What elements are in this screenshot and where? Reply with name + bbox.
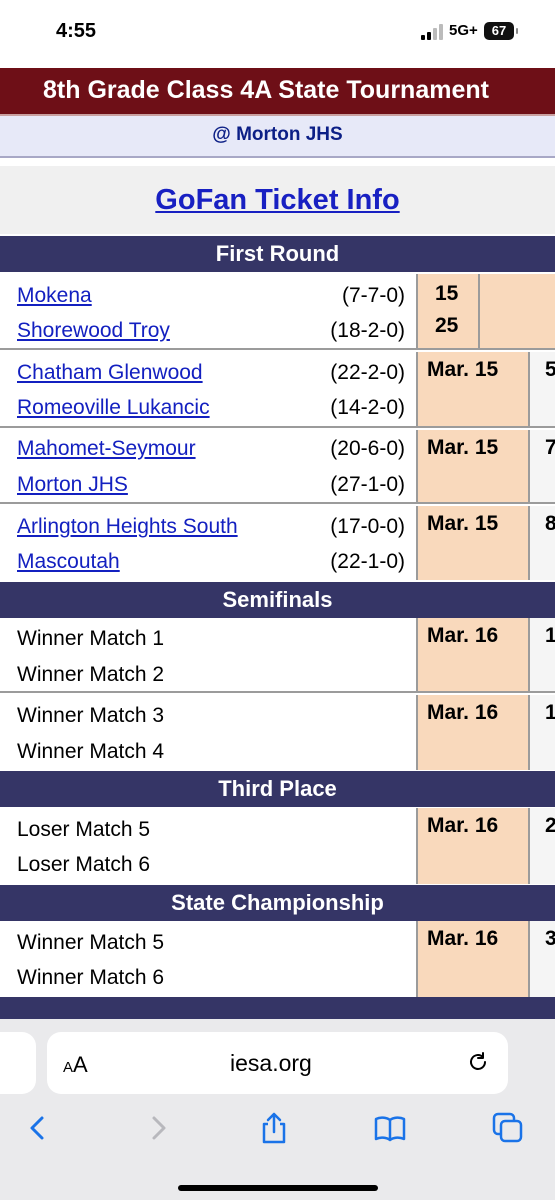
team-name: Loser Match 6 [17,853,151,876]
match-date: Mar. 16 [427,927,499,950]
team-name: Loser Match 5 [17,818,151,841]
tournament-header: 8th Grade Class 4A State Tournament [0,68,555,116]
match-date-cell: Mar. 16 [418,695,530,770]
back-icon[interactable] [20,1110,56,1146]
divider [0,691,555,693]
match-row: Loser Match 5 Loser Match 6 Mar. 16 2 [0,808,555,884]
team-link[interactable]: Mokena [17,284,92,308]
team-name: Winner Match 1 [17,627,165,650]
ticket-bar: GoFan Ticket Info [0,166,555,234]
team-link[interactable]: Romeoville Lukancic [17,396,210,420]
divider [0,348,555,350]
team-record: (27-1-0) [330,473,405,496]
match-scores: 15 25 [418,274,480,350]
page-title: 8th Grade Class 4A State Tournament [43,76,489,104]
match-time: 8 [545,512,555,535]
team-name: Winner Match 5 [17,931,165,954]
match-date: Mar. 15 [427,512,499,535]
match-time: 3 [545,927,555,950]
team-record: (18-2-0) [330,319,405,342]
bookmarks-icon[interactable] [372,1110,408,1146]
match-row: Mahomet-Seymour (20-6-0) Morton JHS (27-… [0,430,555,504]
match-time: 7 [545,436,555,459]
match-date: Mar. 16 [427,701,499,724]
forward-icon[interactable] [140,1110,176,1146]
score: 15 [435,282,459,305]
team-link[interactable]: Mascoutah [17,550,120,574]
match-date-cell: Mar. 16 [418,921,530,997]
match-time: 5 [545,358,555,381]
match-date-cell: Mar. 16 [418,808,530,884]
divider [0,502,555,504]
match-row: Mokena (7-7-0) Shorewood Troy (18-2-0) 1… [0,274,555,350]
match-time: 1 [545,624,555,647]
match-date: Mar. 15 [427,358,499,381]
team-name: Winner Match 2 [17,663,165,686]
team-record: (17-0-0) [330,515,405,538]
score: 25 [435,314,459,337]
status-time: 4:55 [56,20,97,42]
team-link[interactable]: Arlington Heights South [17,515,238,539]
section-semifinals: Semifinals [0,582,555,618]
network-type: 5G+ [449,22,478,39]
team-name: Winner Match 4 [17,740,165,763]
match-row: Winner Match 3 Winner Match 4 Mar. 16 1 [0,695,555,770]
team-name: Winner Match 3 [17,704,165,727]
match-date-cell: Mar. 15 [418,430,530,504]
team-record: (20-6-0) [330,437,405,460]
gofan-ticket-link[interactable]: GoFan Ticket Info [155,184,399,217]
team-link[interactable]: Mahomet-Seymour [17,437,196,461]
match-score-cell [480,274,555,350]
divider [0,158,555,165]
match-row: Winner Match 5 Winner Match 6 Mar. 16 3 [0,921,555,997]
match-date-cell: Mar. 15 [418,352,530,428]
match-date-cell: Mar. 16 [418,618,530,693]
team-link[interactable]: Chatham Glenwood [17,361,203,385]
status-bar: 4:55 5G+ 67 [0,0,555,62]
team-link[interactable]: Morton JHS [17,473,128,497]
location-bar: @ Morton JHS [0,116,555,158]
reader-settings-button[interactable]: AAAA [63,1052,88,1078]
team-link[interactable]: Shorewood Troy [17,319,170,343]
match-time: 1 [545,701,555,724]
page-footer [0,997,555,1019]
divider [0,426,555,428]
home-indicator [178,1185,378,1191]
share-icon[interactable] [256,1110,292,1146]
section-first-round: First Round [0,236,555,272]
section-state-championship: State Championship [0,885,555,921]
previous-tab-bar[interactable] [0,1032,36,1094]
team-record: (14-2-0) [330,396,405,419]
match-date: Mar. 16 [427,814,499,837]
match-row: Arlington Heights South (17-0-0) Mascout… [0,506,555,580]
team-record: (22-2-0) [330,361,405,384]
location-text: @ Morton JHS [212,124,343,145]
reload-icon[interactable] [466,1050,490,1074]
signal-icon [421,24,445,40]
match-date-cell: Mar. 15 [418,506,530,580]
match-date: Mar. 15 [427,436,499,459]
match-date: Mar. 16 [427,624,499,647]
tabs-icon[interactable] [490,1110,526,1146]
match-row: Winner Match 1 Winner Match 2 Mar. 16 1 [0,618,555,693]
battery-icon: 67 [484,22,518,40]
match-row: Chatham Glenwood (22-2-0) Romeoville Luk… [0,352,555,428]
team-record: (7-7-0) [341,284,405,307]
url-domain[interactable]: iesa.org [230,1050,312,1077]
match-time: 2 [545,814,555,837]
section-third-place: Third Place [0,771,555,807]
team-record: (22-1-0) [330,550,405,573]
team-name: Winner Match 6 [17,966,165,989]
